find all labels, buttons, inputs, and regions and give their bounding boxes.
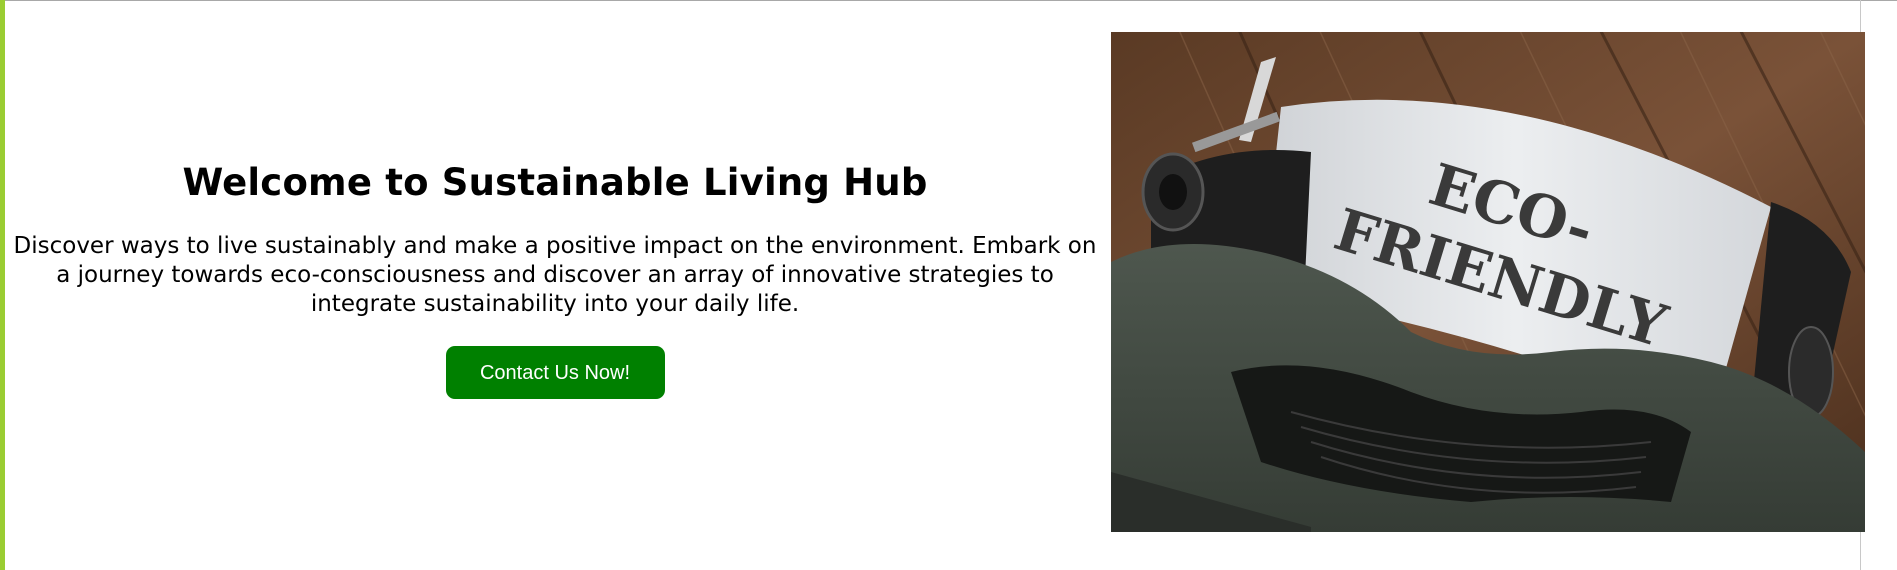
hero-section: Welcome to Sustainable Living Hub Discov… xyxy=(5,0,1865,570)
hero-text-block: Welcome to Sustainable Living Hub Discov… xyxy=(5,160,1105,399)
hero-image: ECO- FRIENDLY xyxy=(1111,32,1865,532)
typewriter-photo-illustration: ECO- FRIENDLY xyxy=(1111,32,1865,532)
hero-description: Discover ways to live sustainably and ma… xyxy=(13,233,1097,317)
hero-title: Welcome to Sustainable Living Hub xyxy=(182,161,928,204)
contact-us-button[interactable]: Contact Us Now! xyxy=(445,346,665,399)
